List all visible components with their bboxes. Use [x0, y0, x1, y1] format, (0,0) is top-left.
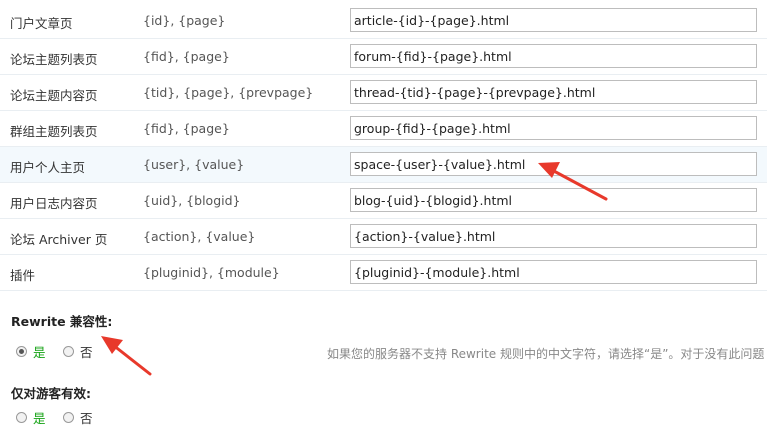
- guest-only-no-radio[interactable]: 否: [63, 408, 93, 427]
- rewrite-compat-title: Rewrite 兼容性:: [11, 314, 113, 329]
- rule-variables: {fid}, {page}: [143, 49, 230, 64]
- rule-format-input[interactable]: [350, 260, 757, 284]
- rule-row-plugin: 插件 {pluginid}, {module}: [0, 255, 767, 291]
- rule-name: 论坛主题内容页: [10, 88, 98, 103]
- radio-label-no: 否: [80, 345, 93, 360]
- guest-only-yes-radio[interactable]: 是: [16, 408, 46, 427]
- rule-name: 插件: [10, 268, 36, 283]
- guest-only-title: 仅对游客有效:: [11, 386, 91, 401]
- rule-format-input[interactable]: [350, 8, 757, 32]
- rule-variables: {fid}, {page}: [143, 121, 230, 136]
- rewrite-compat-yes-radio[interactable]: 是: [16, 342, 46, 361]
- rule-row-group-list: 群组主题列表页 {fid}, {page}: [0, 111, 767, 147]
- rule-variables: {pluginid}, {module}: [143, 265, 280, 280]
- rewrite-compat-no-radio[interactable]: 否: [63, 342, 93, 361]
- rule-name: 用户日志内容页: [10, 196, 98, 211]
- rule-variables: {id}, {page}: [143, 13, 226, 28]
- rule-row-forum-thread: 论坛主题内容页 {tid}, {page}, {prevpage}: [0, 75, 767, 111]
- rule-format-input[interactable]: [350, 44, 757, 68]
- rule-format-input[interactable]: [350, 188, 757, 212]
- rule-name: 门户文章页: [10, 16, 73, 31]
- radio-unchecked-icon[interactable]: [16, 412, 27, 423]
- rule-format-input[interactable]: [350, 80, 757, 104]
- rewrite-compat-hint: 如果您的服务器不支持 Rewrite 规则中的中文字符，请选择“是”。对于没有此…: [327, 347, 765, 361]
- rule-variables: {user}, {value}: [143, 157, 245, 172]
- rule-name: 论坛主题列表页: [10, 52, 98, 67]
- annotation-arrow-icon: [101, 336, 152, 376]
- rule-name: 用户个人主页: [10, 160, 86, 175]
- radio-label-no: 否: [80, 411, 93, 426]
- radio-unchecked-icon[interactable]: [63, 346, 74, 357]
- rule-variables: {tid}, {page}, {prevpage}: [143, 85, 314, 100]
- rule-row-user-space: 用户个人主页 {user}, {value}: [0, 147, 767, 183]
- rule-format-input[interactable]: [350, 224, 757, 248]
- rule-variables: {action}, {value}: [143, 229, 256, 244]
- rule-format-input[interactable]: [350, 152, 757, 176]
- rule-format-input[interactable]: [350, 116, 757, 140]
- radio-label-yes: 是: [33, 345, 46, 360]
- rule-name: 论坛 Archiver 页: [10, 232, 108, 247]
- rule-row-portal-article: 门户文章页 {id}, {page}: [0, 3, 767, 39]
- rule-row-forum-archiver: 论坛 Archiver 页 {action}, {value}: [0, 219, 767, 255]
- rule-variables: {uid}, {blogid}: [143, 193, 241, 208]
- radio-label-yes: 是: [33, 411, 46, 426]
- rule-name: 群组主题列表页: [10, 124, 98, 139]
- rule-row-forum-list: 论坛主题列表页 {fid}, {page}: [0, 39, 767, 75]
- rule-row-user-blog: 用户日志内容页 {uid}, {blogid}: [0, 183, 767, 219]
- radio-checked-icon[interactable]: [16, 346, 27, 357]
- radio-unchecked-icon[interactable]: [63, 412, 74, 423]
